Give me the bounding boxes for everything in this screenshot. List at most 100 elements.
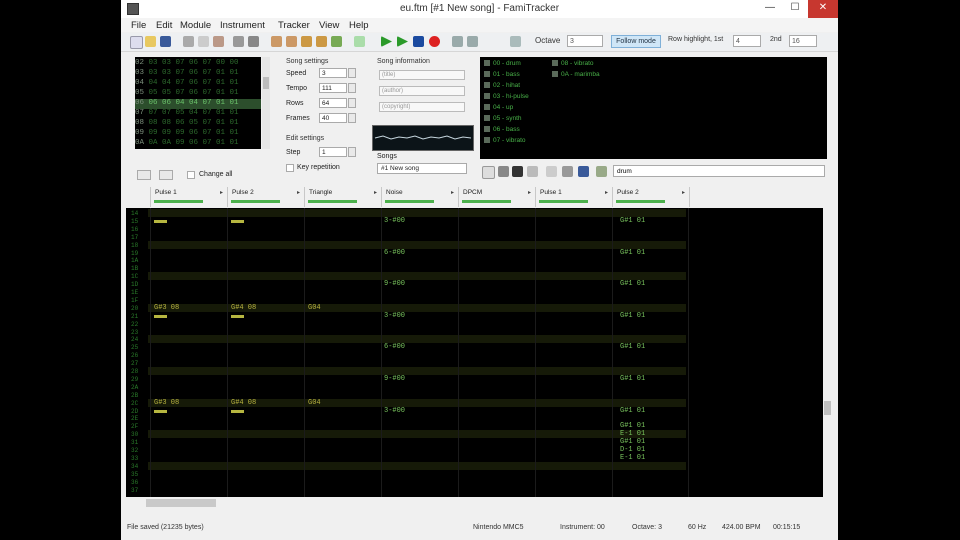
channel-arrow-icon[interactable]: ▸ [605,189,608,196]
frame-row[interactable]: 05 05 05 07 06 07 01 01 [135,89,261,99]
move-frame-up-icon[interactable] [316,36,327,47]
dropdown-icon[interactable] [498,166,509,177]
next-song-icon[interactable] [467,36,478,47]
copy-icon[interactable] [198,36,209,47]
channel-triangle[interactable]: Triangle ▸ [304,187,381,207]
pattern-editor[interactable]: Pulse 1 ▸ Pulse 2 ▸ Triangle ▸ Noise ▸ DPCM ▸… [126,186,832,509]
pattern-cell[interactable]: G#1 01 [620,343,645,351]
pattern-cell[interactable]: G#1 01 [620,249,645,257]
frame-row[interactable]: 0A 0A 0A 09 06 07 01 01 [135,139,261,149]
load-instrument-icon[interactable] [546,166,557,177]
menu-edit[interactable]: Edit [156,20,172,31]
row-highlight-2-field[interactable]: 16 [789,35,817,47]
menu-tracker[interactable]: Tracker [278,20,310,31]
rows-spinner[interactable] [348,98,356,108]
instrument-list[interactable]: 00 - drum 01 - bass 02 - hihat 03 - hi-p… [480,57,827,159]
save-file-icon[interactable] [160,36,171,47]
key-repetition-checkbox[interactable] [286,164,294,172]
pattern-vertical-scrollbar[interactable] [823,208,832,497]
menu-view[interactable]: View [319,20,339,31]
pattern-cell[interactable]: G#4 08 [231,304,256,312]
paste-icon[interactable] [213,36,224,47]
pattern-cell[interactable]: 9-#00 [384,375,405,383]
song-copyright-field[interactable]: (copyright) [379,102,465,112]
pattern-cell[interactable]: G#1 01 [620,280,645,288]
cut-icon[interactable] [183,36,194,47]
channel-arrow-icon[interactable]: ▸ [451,189,454,196]
pattern-cell[interactable]: 3-#00 [384,217,405,225]
tempo-spinner[interactable] [348,83,356,93]
scrollbar-thumb[interactable] [824,401,831,415]
row-highlight-1-field[interactable]: 4 [733,35,761,47]
help-icon[interactable] [248,36,259,47]
pattern-rows[interactable]: 14 15 3-#00 G#1 01 16 17 18 19 6-#00 G#1 01 1A 1B 1C… [126,208,832,509]
channel-pulse2[interactable]: Pulse 2 ▸ [227,187,304,207]
duplicate-frame-icon[interactable] [331,36,342,47]
frame-row[interactable]: 02 03 03 07 06 07 00 00 [135,59,261,69]
about-icon[interactable] [233,36,244,47]
frame-increase-button[interactable] [159,170,173,180]
pattern-cell[interactable]: G04 [308,304,321,312]
current-frame-row[interactable]: 06 06 06 04 04 07 01 01 [135,99,261,109]
menu-instrument[interactable]: Instrument [220,20,265,31]
clone-instrument-icon[interactable] [527,166,538,177]
channel-mmc5-pulse2[interactable]: Pulse 2 ▸ [612,187,690,207]
pattern-cell[interactable]: 6-#00 [384,343,405,351]
frame-decrease-button[interactable] [137,170,151,180]
pattern-cell[interactable]: G04 [308,399,321,407]
instrument-item[interactable]: 01 - bass [484,71,520,78]
pattern-cell[interactable]: G#4 08 [231,399,256,407]
follow-mode-button[interactable]: Follow mode [611,35,661,48]
stop-icon[interactable] [413,36,424,47]
pattern-cell[interactable]: E-1 01 [620,454,645,462]
change-all-checkbox[interactable] [187,171,195,179]
play-pattern-icon[interactable] [397,36,408,47]
menu-module[interactable]: Module [180,20,211,31]
step-spinner[interactable] [348,147,356,157]
move-frame-down-icon[interactable] [301,36,312,47]
channel-arrow-icon[interactable]: ▸ [297,189,300,196]
instrument-item[interactable]: 08 - vibrato [552,60,594,67]
scrollbar-thumb[interactable] [146,499,216,507]
save-instrument-icon[interactable] [578,166,589,177]
instrument-item[interactable]: 02 - hihat [484,82,520,89]
speed-field[interactable]: 3 [319,68,347,78]
settings-icon[interactable] [510,36,521,47]
song-title-field[interactable]: (title) [379,70,465,80]
instrument-item[interactable]: 05 - synth [484,115,522,122]
pattern-cell[interactable]: D-1 01 [620,446,645,454]
new-file-icon[interactable] [130,36,143,49]
close-button[interactable]: ✕ [808,0,838,18]
pattern-cell[interactable]: G#1 01 [620,375,645,383]
instrument-item[interactable]: 06 - bass [484,126,520,133]
pattern-cell[interactable]: G#1 01 [620,312,645,320]
frame-row[interactable]: 09 09 09 09 06 07 01 01 [135,129,261,139]
instrument-item[interactable]: 04 - up [484,104,513,111]
frame-row[interactable]: 04 04 04 07 06 07 01 01 [135,79,261,89]
channel-arrow-icon[interactable]: ▸ [374,189,377,196]
instrument-item[interactable]: 07 - vibrato [484,137,526,144]
tempo-field[interactable]: 111 [319,83,347,93]
pattern-cell[interactable]: G#3 08 [154,304,179,312]
step-field[interactable]: 1 [319,147,347,157]
frames-field[interactable]: 40 [319,113,347,123]
instrument-item[interactable]: 0A - marimba [552,71,600,78]
pattern-cell[interactable]: 3-#00 [384,312,405,320]
record-icon[interactable] [429,36,440,47]
insert-frame-icon[interactable] [271,36,282,47]
pattern-cell[interactable]: 9-#00 [384,280,405,288]
frame-list-scrollbar[interactable] [262,57,270,149]
menu-file[interactable]: File [131,20,146,31]
song-select[interactable]: #1 New song [377,163,467,174]
speed-spinner[interactable] [348,68,356,78]
song-author-field[interactable]: (author) [379,86,465,96]
previous-song-icon[interactable] [452,36,463,47]
channel-arrow-icon[interactable]: ▸ [682,189,685,196]
module-properties-icon[interactable] [354,36,365,47]
frames-spinner[interactable] [348,113,356,123]
octave-select[interactable]: 3 [567,35,603,47]
frame-row[interactable]: 07 07 07 05 04 07 01 01 [135,109,261,119]
channel-mmc5-pulse1[interactable]: Pulse 1 ▸ [535,187,612,207]
play-icon[interactable] [381,36,392,47]
pattern-cell[interactable]: G#3 08 [154,399,179,407]
